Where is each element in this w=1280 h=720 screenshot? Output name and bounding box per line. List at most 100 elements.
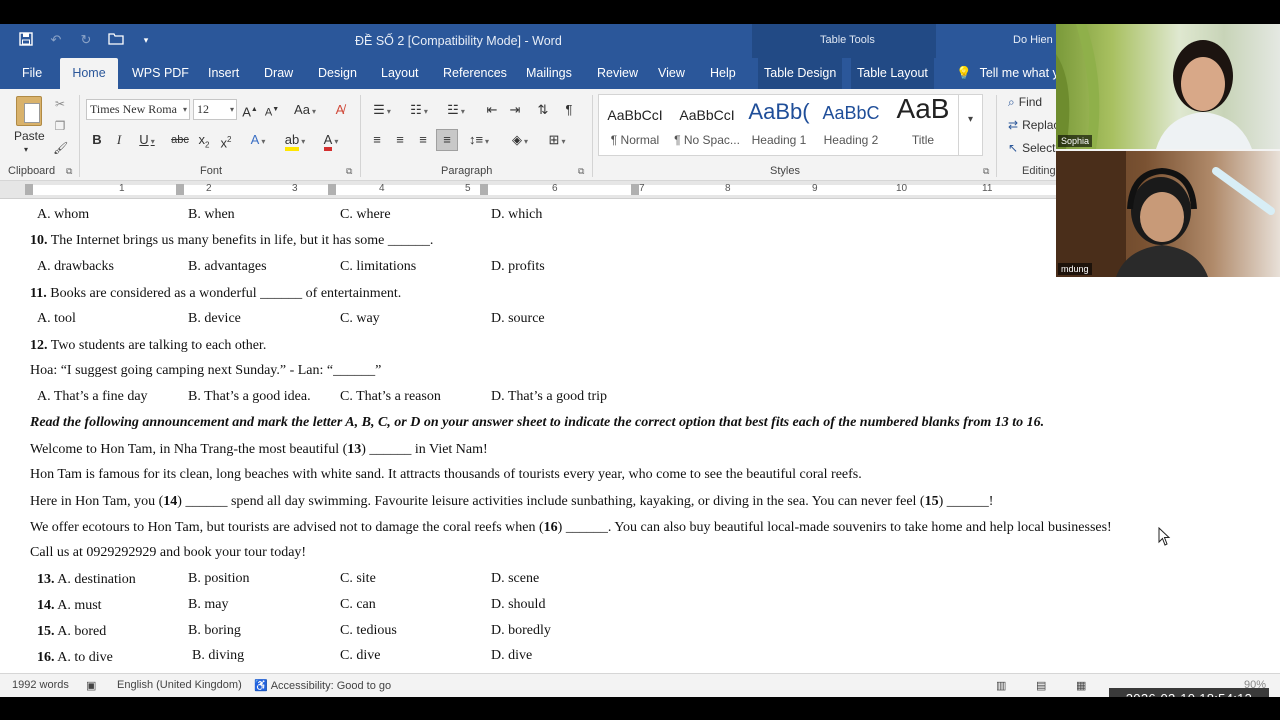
grow-font-icon[interactable]: A▲ [242, 101, 258, 119]
format-painter-icon[interactable]: 🖌 [53, 141, 68, 155]
video-tile-sophia[interactable]: Sophia [1056, 24, 1280, 149]
q10-option-d: D. profits [491, 259, 545, 274]
q15-option-c: C. tedious [340, 623, 397, 638]
italic-icon[interactable]: I [113, 131, 125, 149]
editing-group-label: Editing [1022, 165, 1056, 177]
open-folder-icon[interactable] [108, 32, 124, 48]
text-effects-icon[interactable]: A ▾ [245, 131, 271, 149]
q15-option-d: D. boredly [491, 623, 551, 638]
user-name[interactable]: Do Hien [1013, 34, 1053, 46]
style-title[interactable]: AaB Title [887, 93, 959, 155]
bullets-icon[interactable]: ☰ ▾ [368, 101, 396, 119]
line-spacing-icon[interactable]: ↕≡ ▾ [464, 131, 494, 149]
tab-design[interactable]: Design [312, 58, 363, 89]
tell-me-search[interactable]: 💡 Tell me what yo [950, 58, 1072, 89]
shrink-font-icon[interactable]: A▼ [264, 101, 280, 119]
ruler-column-marker[interactable] [176, 184, 184, 195]
styles-more-icon[interactable]: ▾ [958, 95, 982, 155]
justify-icon[interactable]: ≡ [436, 129, 458, 151]
change-case-icon[interactable]: Aa ▾ [289, 101, 321, 119]
tab-insert[interactable]: Insert [202, 58, 245, 89]
clipboard-launcher-icon[interactable]: ⧉ [66, 166, 72, 177]
tab-wps-pdf[interactable]: WPS PDF [126, 58, 195, 89]
numbering-icon[interactable]: ☷ ▾ [405, 101, 433, 119]
redo-icon[interactable]: ↻ [78, 32, 94, 48]
tab-references[interactable]: References [437, 58, 513, 89]
q15-option-b: B. boring [188, 623, 241, 638]
superscript-icon[interactable]: x2 [218, 131, 234, 150]
multilevel-list-icon[interactable]: ☳ ▾ [442, 101, 470, 119]
strikethrough-icon[interactable]: abc [171, 131, 189, 149]
styles-group-label: Styles [770, 165, 800, 177]
underline-icon[interactable]: U ▾ [134, 131, 160, 149]
tab-layout[interactable]: Layout [375, 58, 425, 89]
decrease-indent-icon[interactable]: ⇤ [483, 101, 501, 119]
styles-gallery: AaBbCcI ¶ Normal AaBbCcI ¶ No Spac... Aa… [598, 93, 983, 156]
web-layout-icon[interactable]: ▦ [1076, 679, 1086, 692]
tab-table-design[interactable]: Table Design [758, 58, 843, 89]
tab-help[interactable]: Help [704, 58, 742, 89]
font-color-icon[interactable]: A ▾ [316, 131, 346, 151]
tab-draw[interactable]: Draw [258, 58, 299, 89]
ruler-column-marker[interactable] [480, 184, 488, 195]
participant-video-mdung [1056, 151, 1275, 277]
paste-button[interactable]: Paste [14, 129, 45, 143]
tab-review[interactable]: Review [591, 58, 644, 89]
q10-option-b: B. advantages [188, 259, 267, 274]
subscript-icon[interactable]: x2 [196, 131, 212, 150]
style-normal[interactable]: AaBbCcI ¶ Normal [599, 95, 671, 155]
language-status[interactable]: English (United Kingdom) [117, 679, 242, 691]
tab-mailings[interactable]: Mailings [520, 58, 578, 89]
save-icon[interactable] [18, 32, 34, 48]
clipboard-group-label: Clipboard [8, 165, 56, 177]
ruler-column-marker[interactable] [631, 184, 639, 195]
align-right-icon[interactable]: ≡ [414, 131, 432, 149]
highlight-color-icon[interactable]: ab ▾ [280, 131, 310, 151]
increase-indent-icon[interactable]: ⇥ [506, 101, 524, 119]
paste-icon[interactable] [16, 96, 42, 126]
font-launcher-icon[interactable]: ⧉ [346, 166, 352, 177]
tab-view[interactable]: View [652, 58, 691, 89]
video-tile-mdung[interactable]: mdung [1056, 151, 1280, 277]
print-layout-icon[interactable]: ▤ [1036, 679, 1046, 692]
q11-option-d: D. source [491, 311, 545, 326]
font-name-combo[interactable]: Times New Roma ▾ [86, 99, 190, 120]
paragraph-launcher-icon[interactable]: ⧉ [578, 166, 584, 177]
select-button[interactable]: ↖ Select [1008, 141, 1055, 155]
ruler-number: 3 [292, 183, 298, 194]
replace-button[interactable]: ⇄ Replac [1008, 118, 1059, 132]
align-center-icon[interactable]: ≡ [391, 131, 409, 149]
ruler-column-marker[interactable] [328, 184, 336, 195]
undo-icon[interactable]: ↶ [48, 32, 64, 48]
bold-icon[interactable]: B [90, 131, 104, 149]
align-left-icon[interactable]: ≡ [368, 131, 386, 149]
style-heading-2[interactable]: AaBbC Heading 2 [815, 95, 887, 155]
ruler-left-indent-marker[interactable] [25, 184, 33, 195]
word-count[interactable]: 1992 words [12, 679, 69, 691]
proofing-icon[interactable]: ▣ [86, 679, 96, 692]
tab-home[interactable]: Home [60, 58, 118, 89]
passage-line-2: Hon Tam is famous for its clean, long be… [30, 467, 862, 482]
passage-line-4: We offer ecotours to Hon Tam, but touris… [30, 520, 1112, 535]
borders-icon[interactable]: ⊞ ▾ [542, 131, 572, 149]
paste-dropdown-icon[interactable]: ▾ [24, 145, 28, 154]
styles-launcher-icon[interactable]: ⧉ [983, 166, 989, 177]
tab-file[interactable]: File [16, 58, 48, 89]
copy-icon[interactable]: ❐ [53, 119, 67, 133]
customize-qat-icon[interactable]: ▾ [138, 32, 154, 48]
passage-line-3: Here in Hon Tam, you (14) ______ spend a… [30, 494, 994, 509]
accessibility-status[interactable]: ♿ Accessibility: Good to go [254, 679, 391, 692]
q13-option-d: D. scene [491, 571, 540, 586]
shading-icon[interactable]: ◈ ▾ [505, 131, 535, 149]
cut-icon[interactable]: ✂ [53, 97, 67, 111]
find-button[interactable]: ⌕ Find [1008, 95, 1042, 110]
show-formatting-marks-icon[interactable]: ¶ [560, 101, 578, 119]
font-size-combo[interactable]: 12 ▾ [193, 99, 237, 120]
clear-formatting-icon[interactable]: A̸ [332, 101, 348, 119]
read-mode-icon[interactable]: ▥ [996, 679, 1006, 692]
style-heading-1[interactable]: AaBb( Heading 1 [743, 95, 815, 155]
sort-icon[interactable]: ⇅ [534, 101, 552, 119]
q11-option-b: B. device [188, 311, 241, 326]
tab-table-layout[interactable]: Table Layout [851, 58, 934, 89]
style-no-spacing[interactable]: AaBbCcI ¶ No Spac... [671, 95, 743, 155]
